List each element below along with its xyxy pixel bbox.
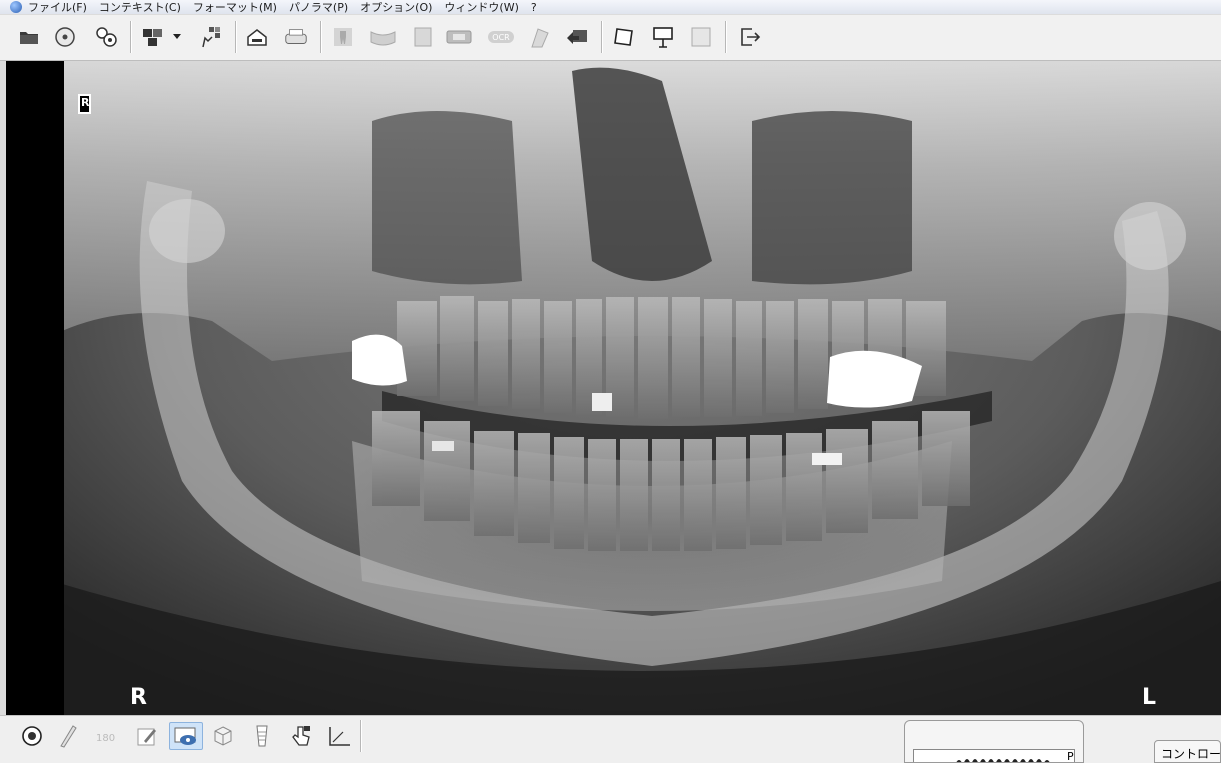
3d-box-icon[interactable] — [209, 722, 237, 750]
layout-icon[interactable] — [140, 24, 166, 50]
exit-icon[interactable] — [737, 24, 763, 50]
toolbar-divider — [601, 21, 603, 53]
hand-pointer-icon[interactable] — [287, 722, 315, 750]
blank-page-icon[interactable] — [410, 24, 436, 50]
ocr-icon[interactable]: OCR — [486, 24, 516, 50]
svg-text:180: 180 — [96, 733, 115, 744]
menu-options[interactable]: オプション(O) — [360, 0, 432, 14]
cd-disc-icon[interactable] — [52, 24, 78, 50]
image-viewer[interactable]: R R L — [6, 61, 1221, 715]
thumbnail-tooth-strip — [956, 759, 1050, 762]
panorama-arch-icon[interactable] — [368, 24, 398, 50]
eye-view-icon[interactable] — [169, 722, 203, 750]
menu-context[interactable]: コンテキスト(C) — [99, 0, 181, 14]
toolbar-divider — [320, 21, 322, 53]
dropdown-arrow-icon[interactable] — [170, 24, 184, 50]
scanner-icon[interactable] — [244, 24, 270, 50]
thumbnail-panel[interactable]: P — [904, 720, 1084, 763]
panorama-rect-icon[interactable] — [445, 24, 473, 50]
svg-text:OCR: OCR — [492, 33, 510, 42]
orientation-marker-text: R — [81, 96, 90, 109]
side-marker-left: L — [1142, 685, 1157, 710]
menu-window[interactable]: ウィンドウ(W) — [444, 0, 518, 14]
main-toolbar: OCR — [0, 15, 1221, 61]
tooth-icon[interactable] — [330, 24, 356, 50]
tooth-curve-icon[interactable] — [527, 24, 553, 50]
toolbar-divider — [725, 21, 727, 53]
film-reel-icon[interactable] — [93, 24, 119, 50]
menu-panorama[interactable]: パノラマ(P) — [289, 0, 348, 14]
orientation-marker: R — [78, 94, 91, 114]
menu-format[interactable]: フォーマット(M) — [193, 0, 277, 14]
panoramic-xray-image[interactable] — [52, 61, 1221, 715]
printer-icon[interactable] — [283, 24, 309, 50]
toolbar-divider — [360, 720, 362, 752]
frame-icon[interactable] — [611, 24, 637, 50]
menu-bar: ファイル(F) コンテキスト(C) フォーマット(M) パノラマ(P) オプショ… — [0, 0, 1221, 14]
toolbar-divider — [235, 21, 237, 53]
rotate-180-icon[interactable]: 180 — [93, 722, 121, 750]
toolbar-divider — [130, 21, 132, 53]
menu-file[interactable]: ファイル(F) — [28, 0, 87, 14]
target-icon[interactable] — [18, 722, 46, 750]
control-panel-label: コントロー — [1161, 747, 1221, 761]
app-icon[interactable] — [10, 1, 22, 13]
menu-help[interactable]: ? — [531, 1, 537, 14]
presentation-icon[interactable] — [650, 24, 676, 50]
image-icon[interactable] — [688, 24, 714, 50]
thumbnail-badge: P — [1067, 750, 1074, 763]
angle-icon[interactable] — [326, 722, 354, 750]
side-marker-right: R — [130, 685, 147, 710]
ruler-icon[interactable] — [54, 722, 82, 750]
open-folder-icon[interactable] — [16, 24, 42, 50]
edit-icon[interactable] — [133, 722, 161, 750]
implant-icon[interactable] — [248, 722, 276, 750]
control-panel-tab[interactable]: コントロー — [1154, 740, 1221, 763]
grid-select-icon[interactable] — [198, 24, 224, 50]
rotate-arrow-icon[interactable] — [565, 24, 591, 50]
